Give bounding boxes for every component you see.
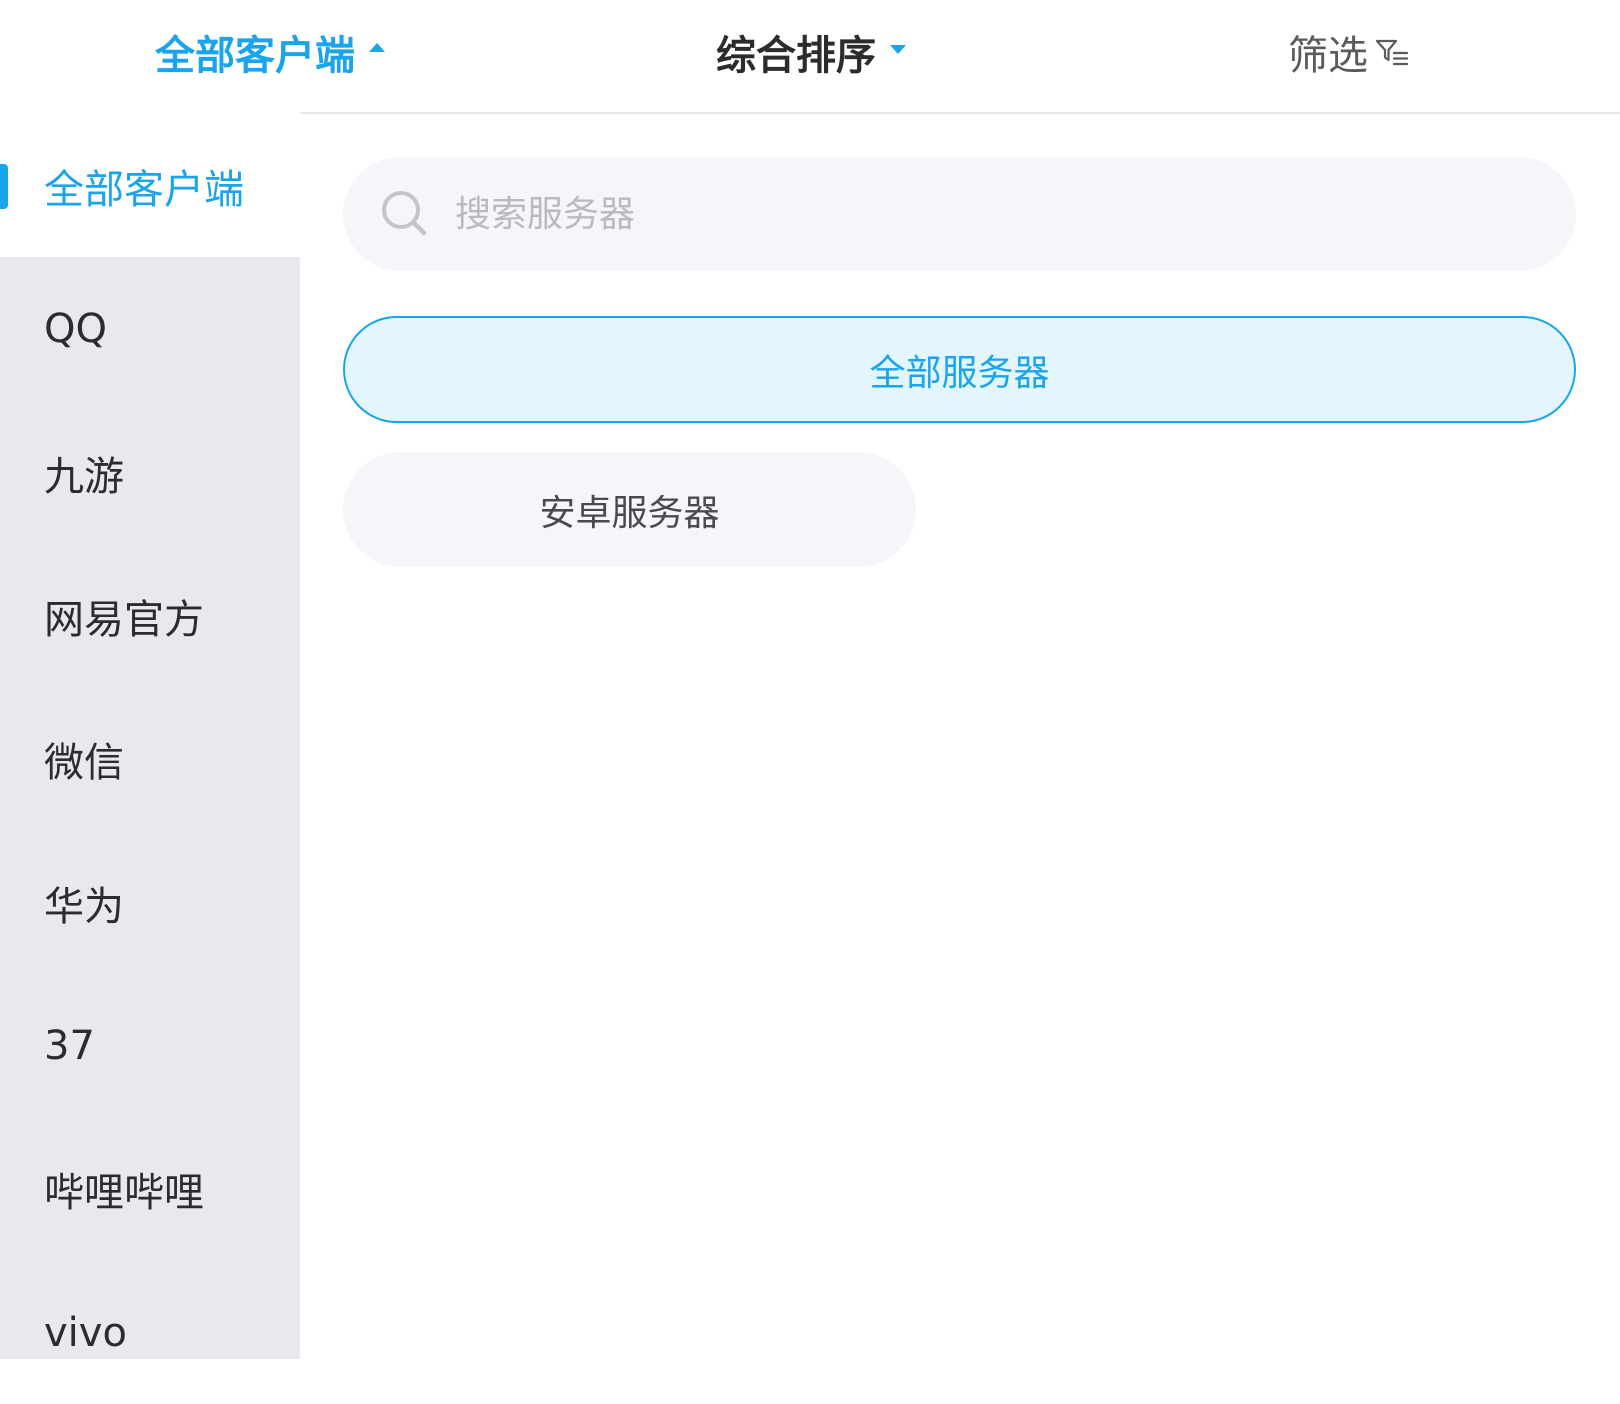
- server-option-label: 安卓服务器: [539, 492, 720, 534]
- sidebar-item-label: 哔哩哔哩: [44, 1169, 204, 1216]
- server-option-all[interactable]: 全部服务器: [343, 316, 1576, 423]
- sidebar-item-label: 37: [44, 1022, 95, 1069]
- tab-sort-label: 综合排序: [716, 33, 876, 79]
- active-indicator: [0, 164, 8, 209]
- sidebar-item-37[interactable]: 37: [0, 974, 300, 1117]
- sidebar-item-label: 微信: [44, 739, 124, 786]
- sidebar-item-wechat[interactable]: 微信: [0, 687, 300, 830]
- filter-header: 全部客户端 综合排序 筛选: [0, 0, 1620, 112]
- filter-icon: [1375, 39, 1409, 66]
- sidebar-item-label: QQ: [44, 305, 107, 352]
- sidebar-item-netease[interactable]: 网易官方: [0, 544, 300, 687]
- sidebar-item-vivo[interactable]: vivo: [0, 1261, 300, 1404]
- sidebar-item-label: 华为: [44, 883, 124, 930]
- sidebar-item-all-clients[interactable]: 全部客户端: [0, 114, 300, 257]
- search-input[interactable]: [453, 192, 1507, 236]
- sidebar-item-label: 全部客户端: [44, 166, 244, 213]
- tab-all-clients-label: 全部客户端: [155, 33, 355, 79]
- header-divider: [300, 112, 1620, 114]
- tab-sort[interactable]: 综合排序: [716, 22, 906, 82]
- sidebar-item-bilibili[interactable]: 哔哩哔哩: [0, 1117, 300, 1260]
- tab-all-clients[interactable]: 全部客户端: [155, 22, 385, 82]
- client-sidebar: 全部客户端 QQ 九游 网易官方 微信 华为 37 哔哩哔哩 vivo: [0, 114, 300, 1359]
- sidebar-item-huawei[interactable]: 华为: [0, 831, 300, 974]
- sidebar-item-jiuyou[interactable]: 九游: [0, 401, 300, 544]
- caret-up-icon: [369, 42, 385, 52]
- tab-filter-label: 筛选: [1288, 33, 1368, 79]
- server-option-label: 全部服务器: [869, 352, 1050, 394]
- sidebar-item-label: vivo: [44, 1309, 127, 1356]
- caret-down-icon: [890, 44, 906, 54]
- sidebar-item-label: 九游: [44, 453, 124, 500]
- sidebar-item-qq[interactable]: QQ: [0, 257, 300, 400]
- sidebar-item-label: 网易官方: [44, 596, 204, 643]
- tab-filter[interactable]: 筛选: [1288, 22, 1410, 82]
- server-option-android[interactable]: 安卓服务器: [343, 452, 916, 567]
- server-search-bar[interactable]: [343, 157, 1576, 271]
- search-icon: [382, 191, 427, 236]
